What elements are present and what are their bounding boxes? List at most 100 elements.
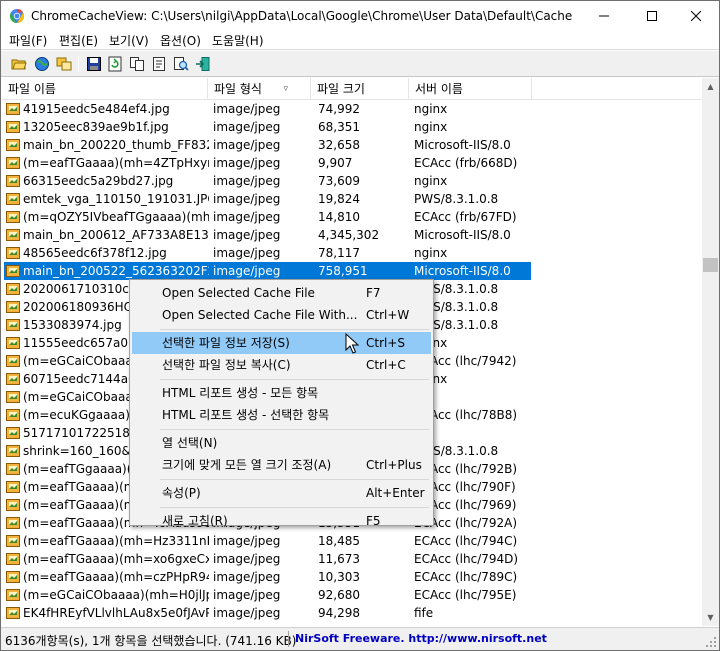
copy-files-icon [56,57,72,71]
cell-filesize: 74,992 [318,102,360,116]
table-row[interactable]: (m=eGCaiCObaaaa)(mh=H0jlJpJh... image/jpe… [2,586,702,604]
jpeg-file-icon [6,517,20,529]
menu-separator [160,429,429,430]
cell-filesize: 78,117 [318,246,360,260]
app-window: ChromeCacheView: C:\Users\nilgi\AppData\… [0,0,720,651]
table-row[interactable]: main_bn_200612_AF733A8E139E... image/jpeg… [2,226,702,244]
context-menu-shortcut: Ctrl+C [366,358,406,372]
properties-button[interactable] [149,54,169,74]
context-menu-item[interactable]: 선택한 파일 정보 복사(C) Ctrl+C [132,354,431,376]
menu-view[interactable]: 보기(V) [109,32,149,49]
globe-button[interactable] [32,54,52,74]
list-header: 파일 이름 파일 형식 ▿ 파일 크기 서버 이름 [2,78,702,100]
table-row[interactable]: EK4fHREyfVLlvlhLAu8x5e0fJAvPR... image/jp… [2,604,702,622]
table-row[interactable]: 13205eec839ae9b1f.jpg image/jpeg 68,351 ngi… [2,118,702,136]
column-header-label: 서버 이름 [415,82,463,96]
table-row[interactable]: (m=eafTGaaaa)(mh=xo6gxeCxIk... image/jpeg… [2,550,702,568]
table-row[interactable]: 48565eedc6f378f12.jpg image/jpeg 78,117 ngi… [2,244,702,262]
cell-server: ECAcc (frb/67FD) [414,210,517,224]
menu-file[interactable]: 파일(F) [9,32,47,49]
column-header-filename[interactable]: 파일 이름 [2,78,208,100]
minimize-button[interactable] [581,1,627,31]
table-row[interactable]: 66315eedc5a29bd27.jpg image/jpeg 73,609 ngi… [2,172,702,190]
table-row[interactable]: (m=eafTGaaaa)(mh=Hz3311nRv... image/jpeg 1… [2,532,702,550]
context-menu-item-label: Open Selected Cache File With... [162,308,358,322]
context-menu-item[interactable]: HTML 리포트 생성 - 선택한 항목 [132,404,431,426]
scroll-down-button[interactable]: ▼ [702,609,719,626]
jpeg-file-icon [6,265,20,277]
cell-filesize: 10,303 [318,570,360,584]
menu-options[interactable]: 옵션(O) [160,32,201,49]
cell-filetype: image/jpeg [213,102,281,116]
cell-server: ECAcc (lhc/794D) [414,552,519,566]
exit-button[interactable] [193,54,213,74]
resize-grip-icon[interactable] [705,636,717,648]
cell-filename: (m=eGCaiCObaaaa)(mh=H0jlJpJh... [23,588,209,602]
cell-filetype: image/jpeg [213,606,281,620]
title-bar[interactable]: ChromeCacheView: C:\Users\nilgi\AppData\… [1,1,719,31]
table-row[interactable]: emtek_vga_110150_191031.JPG image/jpeg 19,… [2,190,702,208]
table-row[interactable]: 41915eedc5e484ef4.jpg image/jpeg 74,992 ngi… [2,100,702,118]
close-button[interactable] [673,1,719,31]
menu-help[interactable]: 도움말(H) [212,32,264,49]
context-menu-item-label: HTML 리포트 생성 - 선택한 항목 [162,408,330,422]
jpeg-file-icon [6,571,20,583]
context-menu-item[interactable]: HTML 리포트 생성 - 모든 항목 [132,382,431,404]
cell-server: Microsoft-IIS/8.0 [414,264,511,278]
context-menu-item[interactable]: Open Selected Cache File With... Ctrl+W [132,304,431,326]
context-menu-item[interactable]: 속성(P) Alt+Enter [132,482,431,504]
vertical-scrollbar[interactable]: ▲ ▼ [702,78,719,626]
context-menu-item[interactable]: 크기에 맞게 모든 열 크기 조정(A) Ctrl+Plus [132,454,431,476]
find-button[interactable] [171,54,191,74]
cell-filesize: 19,824 [318,192,360,206]
cell-filename: (m=eafTGaaaa)(mh=xo6gxeCxIk... [23,552,209,566]
toolbar-separator [78,56,79,72]
cell-filetype: image/jpeg [213,570,281,584]
cell-filename: (m=qOZY5IVbeafTGgaaaa)(mh=0... [23,210,209,224]
exit-icon [196,57,210,71]
maximize-button[interactable] [629,1,675,31]
scroll-up-button[interactable]: ▲ [702,78,719,95]
table-row[interactable]: (m=eafTGaaaa)(mh=4ZTpHxyrjf... image/jpeg… [2,154,702,172]
context-menu-item[interactable]: 열 선택(N) [132,432,431,454]
cell-filesize: 11,673 [318,552,360,566]
cell-filetype: image/jpeg [213,192,281,206]
cell-filename: main_bn_200612_AF733A8E139E... [23,228,209,242]
properties-icon [153,57,165,71]
jpeg-file-icon [6,283,20,295]
table-row[interactable]: main_bn_200522_562363202F24... image/jpeg… [2,262,702,280]
refresh-icon [108,56,122,72]
column-header-filetype[interactable]: 파일 형식 ▿ [208,78,311,100]
cell-filename: main_bn_200522_562363202F24... [23,264,209,278]
cell-filename: 66315eedc5a29bd27.jpg [23,174,174,188]
nirsoft-link[interactable]: NirSoft Freeware. http://www.nirsoft.net [295,632,547,645]
table-row[interactable]: (m=eafTGaaaa)(mh=czPHpR949... image/jpeg 1… [2,568,702,586]
context-menu-item[interactable]: 선택한 파일 정보 저장(S) Ctrl+S [132,332,431,354]
maximize-icon [647,11,657,21]
save-button[interactable] [84,54,104,74]
jpeg-file-icon [6,301,20,313]
menu-edit[interactable]: 편집(E) [59,32,98,49]
context-menu-item-label: 크기에 맞게 모든 열 크기 조정(A) [162,458,332,472]
table-row[interactable]: (m=qOZY5IVbeafTGgaaaa)(mh=0... image/jpeg… [2,208,702,226]
cell-server: fife [414,606,434,620]
context-menu-shortcut: Ctrl+Plus [366,458,422,472]
table-row[interactable]: main_bn_200220_thumb_FF8321... image/jpeg… [2,136,702,154]
copy-files-button[interactable] [54,54,74,74]
cell-filesize: 4,345,302 [318,228,380,242]
context-menu-item[interactable]: 새로 고침(R) F5 [132,510,431,532]
context-menu-item-label: 새로 고침(R) [162,514,228,528]
copy-button[interactable] [127,54,147,74]
menu-separator [160,507,429,508]
close-icon [691,11,701,21]
column-header-label: 파일 크기 [317,82,365,96]
cell-server: Microsoft-IIS/8.0 [414,228,511,242]
cell-filetype: image/jpeg [213,552,281,566]
scroll-thumb[interactable] [703,258,718,272]
context-menu-item[interactable]: Open Selected Cache File F7 [132,282,431,304]
column-header-filesize[interactable]: 파일 크기 [311,78,409,100]
refresh-button[interactable] [105,54,125,74]
open-folder-button[interactable] [9,54,29,74]
column-header-server[interactable]: 서버 이름 [409,78,532,100]
cell-filetype: image/jpeg [213,210,281,224]
